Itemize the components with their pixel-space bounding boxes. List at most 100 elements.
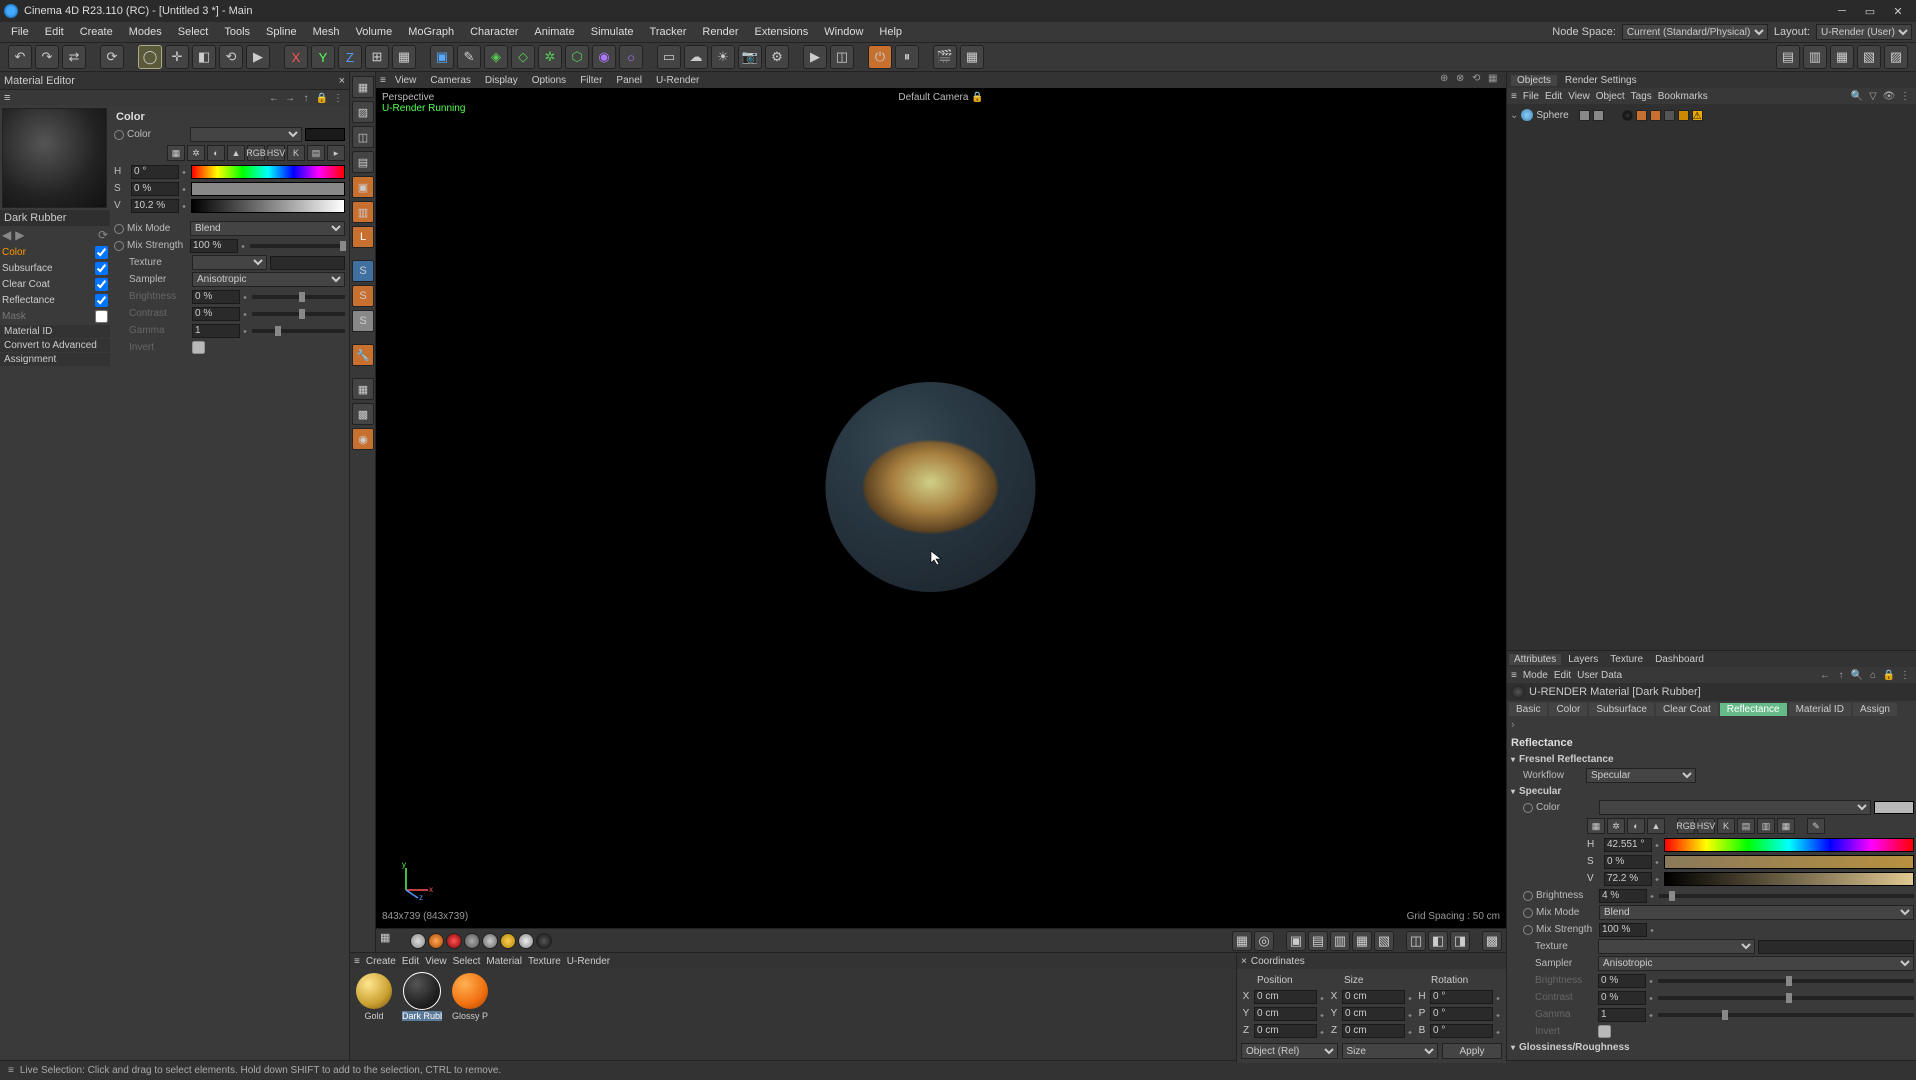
menu-render[interactable]: Render bbox=[695, 24, 745, 40]
vp-menu-cameras[interactable]: Cameras bbox=[425, 75, 476, 86]
tab-attributes[interactable]: Attributes bbox=[1509, 654, 1561, 665]
coord-system[interactable]: ⊞ bbox=[365, 45, 389, 69]
hue-slider[interactable] bbox=[191, 165, 345, 179]
color-mode-k[interactable]: K bbox=[287, 145, 305, 161]
mb-material[interactable]: Material bbox=[486, 956, 522, 967]
shading-8[interactable] bbox=[536, 933, 552, 949]
material-preview[interactable] bbox=[2, 108, 107, 208]
render-pause[interactable]: ⏸ bbox=[895, 45, 919, 69]
refresh-icon[interactable]: ⟳ bbox=[98, 228, 108, 242]
snap-3[interactable]: S bbox=[352, 310, 374, 332]
vp-nav-icon-3[interactable]: ⟲ bbox=[1472, 73, 1486, 87]
obj-menu-tags[interactable]: Tags bbox=[1631, 91, 1652, 102]
light[interactable]: ☀ bbox=[711, 45, 735, 69]
scene-obj-2[interactable]: ○ bbox=[619, 45, 643, 69]
obj-menu-bookmarks[interactable]: Bookmarks bbox=[1658, 91, 1708, 102]
layout-1[interactable]: ▤ bbox=[1776, 45, 1800, 69]
obj-tag-2[interactable] bbox=[1636, 110, 1647, 121]
layout-2[interactable]: ▥ bbox=[1803, 45, 1827, 69]
tab-render-settings[interactable]: Render Settings bbox=[1559, 75, 1643, 86]
mb-edit[interactable]: Edit bbox=[402, 956, 419, 967]
pos-x-input[interactable] bbox=[1254, 990, 1317, 1004]
tool-cube[interactable]: ▦ bbox=[392, 45, 416, 69]
move-tool[interactable]: ✛ bbox=[165, 45, 189, 69]
spec-mode-3[interactable]: ◐ bbox=[1627, 818, 1645, 834]
x-axis-lock[interactable]: X bbox=[284, 45, 308, 69]
mtab-reflectance[interactable]: Reflectance bbox=[1720, 703, 1787, 716]
channel-clearcoat[interactable]: Clear Coat bbox=[0, 276, 110, 292]
channel-subsurface[interactable]: Subsurface bbox=[0, 260, 110, 276]
lock-icon[interactable]: 🔒 bbox=[315, 91, 329, 105]
next-material-icon[interactable]: ▶ bbox=[15, 228, 24, 242]
channel-reflectance-check[interactable] bbox=[95, 294, 108, 307]
workplane-mode[interactable]: ▤ bbox=[352, 151, 374, 173]
tab-texture[interactable]: Texture bbox=[1605, 654, 1648, 665]
vp-tool-1[interactable]: ▦ bbox=[380, 931, 400, 951]
texture-select[interactable] bbox=[192, 255, 267, 270]
channel-subsurface-check[interactable] bbox=[95, 262, 108, 275]
menu-spline[interactable]: Spline bbox=[259, 24, 304, 40]
size-x-input[interactable] bbox=[1342, 990, 1405, 1004]
model-mode[interactable]: ▦ bbox=[352, 76, 374, 98]
coord-mode-select[interactable]: Object (Rel) bbox=[1241, 1043, 1338, 1059]
mtab-materialid[interactable]: Material ID bbox=[1789, 703, 1851, 716]
camera-lock-icon[interactable]: 🔒 bbox=[968, 92, 983, 103]
pos-z-input[interactable] bbox=[1254, 1024, 1317, 1038]
coord-close-icon[interactable]: × bbox=[1241, 956, 1247, 967]
generator-3[interactable]: ✲ bbox=[538, 45, 562, 69]
channel-mask[interactable]: Mask bbox=[0, 308, 110, 324]
spec-sat-slider[interactable] bbox=[1664, 855, 1914, 869]
tab-objects[interactable]: Objects bbox=[1511, 75, 1557, 86]
vp-btn-d1[interactable]: ▩ bbox=[1482, 931, 1502, 951]
menu-tools[interactable]: Tools bbox=[217, 24, 257, 40]
y-axis-lock[interactable]: Y bbox=[311, 45, 335, 69]
redo-button[interactable]: ↷ bbox=[35, 45, 59, 69]
grid-1[interactable]: ▦ bbox=[352, 378, 374, 400]
mixmode-select[interactable]: Blend bbox=[190, 221, 345, 236]
material-dark-rubber[interactable]: Dark Rubber bbox=[402, 973, 442, 1021]
v-input[interactable] bbox=[131, 199, 179, 213]
material-name[interactable]: Dark Rubber bbox=[0, 210, 110, 226]
attr-search-icon[interactable]: 🔍 bbox=[1850, 668, 1864, 682]
layout-3[interactable]: ▦ bbox=[1830, 45, 1854, 69]
rotate-tool[interactable]: ⟲ bbox=[219, 45, 243, 69]
vp-menu-panel[interactable]: Panel bbox=[611, 75, 647, 86]
attr-back-icon[interactable]: ← bbox=[1818, 668, 1832, 682]
object-mode[interactable]: ◫ bbox=[352, 126, 374, 148]
spec-mode-2[interactable]: ✲ bbox=[1607, 818, 1625, 834]
nav-fwd-icon[interactable]: → bbox=[283, 91, 297, 105]
obj-search-icon[interactable]: 🔍 bbox=[1850, 89, 1864, 103]
poly-mode[interactable]: L bbox=[352, 226, 374, 248]
vp-btn-a1[interactable]: ▦ bbox=[1232, 931, 1252, 951]
deformer[interactable]: ⬡ bbox=[565, 45, 589, 69]
shading-5[interactable] bbox=[482, 933, 498, 949]
color-mode-icon-9[interactable]: ▸ bbox=[327, 145, 345, 161]
material-gold-swatch[interactable] bbox=[356, 973, 392, 1009]
specular-head[interactable]: Specular bbox=[1509, 784, 1914, 799]
menu-mograph[interactable]: MoGraph bbox=[401, 24, 461, 40]
spec-tex-select[interactable] bbox=[1598, 939, 1755, 954]
vp-nav-icon-2[interactable]: ⊗ bbox=[1456, 73, 1470, 87]
mtab-color[interactable]: Color bbox=[1549, 703, 1587, 716]
h-input[interactable] bbox=[131, 165, 179, 179]
tree-expand-icon[interactable]: ⌄ bbox=[1510, 110, 1518, 121]
spec-color-swatch[interactable] bbox=[1874, 801, 1914, 814]
shading-7[interactable] bbox=[518, 933, 534, 949]
close-button[interactable]: ✕ bbox=[1884, 1, 1912, 21]
color-swatch[interactable] bbox=[305, 128, 345, 141]
shading-1[interactable] bbox=[410, 933, 426, 949]
attr-hamburger-icon[interactable]: ≡ bbox=[1511, 670, 1517, 681]
vp-btn-b2[interactable]: ▤ bbox=[1308, 931, 1328, 951]
channel-color[interactable]: Color bbox=[0, 244, 110, 260]
obj-menu-view[interactable]: View bbox=[1568, 91, 1590, 102]
render-region[interactable]: ◫ bbox=[830, 45, 854, 69]
menu-window[interactable]: Window bbox=[817, 24, 870, 40]
size-z-input[interactable] bbox=[1342, 1024, 1405, 1038]
mixstr-radio[interactable] bbox=[114, 241, 124, 251]
color-radio[interactable] bbox=[114, 130, 124, 140]
texture-field[interactable] bbox=[270, 256, 345, 270]
spline-pen[interactable]: ✎ bbox=[457, 45, 481, 69]
vp-btn-c2[interactable]: ◧ bbox=[1428, 931, 1448, 951]
spec-bright-slider[interactable] bbox=[1659, 894, 1914, 898]
color-mode-icon-2[interactable]: ✲ bbox=[187, 145, 205, 161]
